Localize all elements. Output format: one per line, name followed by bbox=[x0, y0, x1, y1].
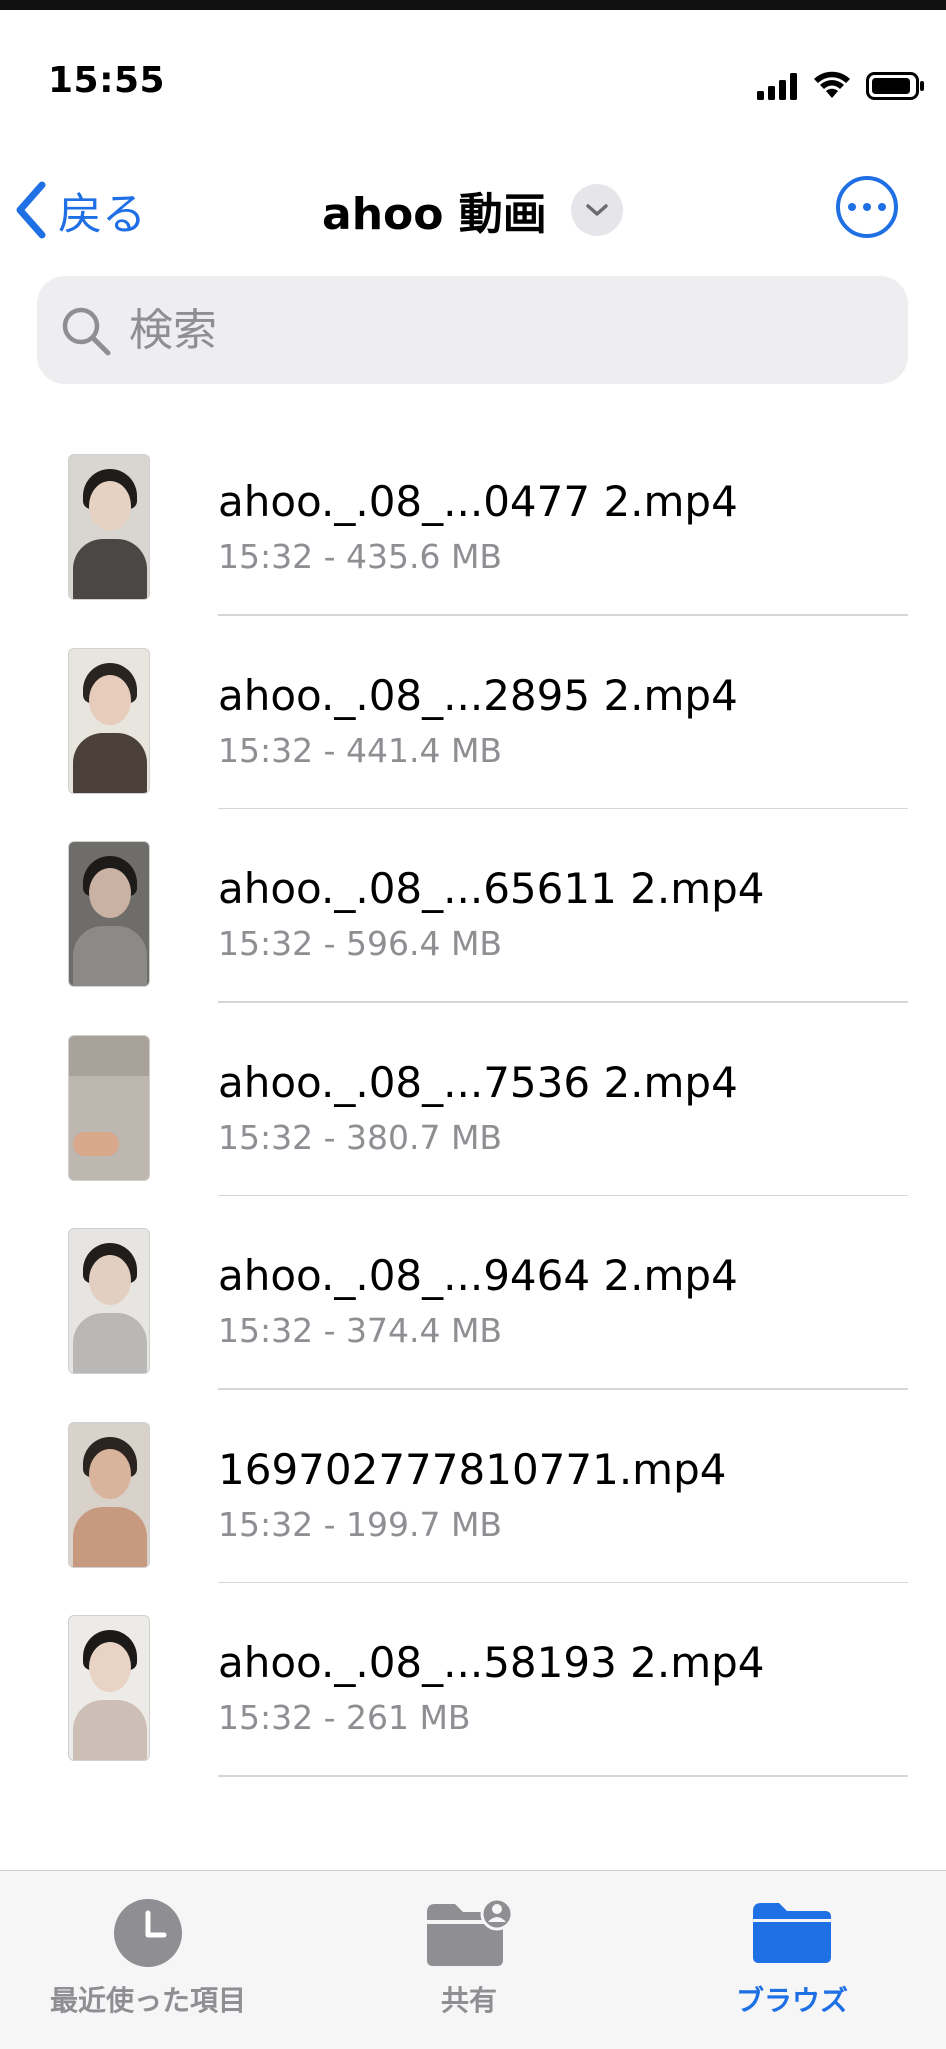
file-meta: 15:32 - 441.4 MB bbox=[218, 730, 503, 770]
status-bar: 15:55 bbox=[0, 10, 946, 140]
file-meta: 15:32 - 596.4 MB bbox=[218, 924, 503, 963]
video-thumbnail bbox=[68, 454, 150, 600]
tab-label: ブラウズ bbox=[735, 1984, 848, 2017]
file-row[interactable]: ahoo._.08_...58193 2.mp4 15:32 - 261 MB bbox=[0, 1583, 946, 1777]
chevron-down-icon[interactable] bbox=[570, 184, 623, 236]
file-row[interactable]: ahoo._.08_...2895 2.mp4 15:32 - 441.4 MB bbox=[0, 616, 946, 809]
folder-title-menu[interactable]: ahoo 動画 bbox=[322, 178, 623, 242]
file-name: ahoo._.08_...7536 2.mp4 bbox=[218, 1057, 738, 1107]
file-meta: 15:32 - 380.7 MB bbox=[218, 1117, 503, 1157]
video-thumbnail bbox=[68, 841, 150, 987]
back-label: 戻る bbox=[58, 189, 146, 240]
file-row[interactable]: ahoo._.08_...65611 2.mp4 15:32 - 596.4 M… bbox=[0, 809, 946, 1003]
status-time: 15:55 bbox=[48, 60, 166, 101]
tab-recents[interactable]: 最近使った項目 bbox=[18, 1871, 278, 2049]
file-meta: 15:32 - 435.6 MB bbox=[218, 537, 503, 576]
top-edge bbox=[0, 0, 946, 10]
tab-browse[interactable]: ブラウズ bbox=[662, 1871, 922, 2049]
tab-shared[interactable]: 共有 bbox=[339, 1871, 599, 2049]
wifi-icon bbox=[814, 71, 850, 98]
file-name: ahoo._.08_...0477 2.mp4 bbox=[218, 477, 738, 526]
search-input[interactable] bbox=[127, 296, 891, 364]
chevron-left-icon bbox=[16, 181, 46, 239]
battery-icon bbox=[866, 72, 924, 100]
more-dot bbox=[878, 203, 886, 211]
search-icon bbox=[62, 307, 111, 356]
file-row[interactable]: ahoo._.08_...0477 2.mp4 15:32 - 435.6 MB bbox=[0, 422, 946, 616]
tab-bar: 最近使った項目 共有 ブラウズ bbox=[0, 1870, 946, 2049]
file-name: ahoo._.08_...9464 2.mp4 bbox=[218, 1251, 738, 1300]
video-thumbnail bbox=[68, 1615, 150, 1761]
navigation-bar: 戻る ahoo 動画 bbox=[0, 160, 946, 250]
file-name: 169702777810771.mp4 bbox=[218, 1444, 727, 1494]
tab-label: 最近使った項目 bbox=[49, 1984, 246, 2017]
file-row[interactable]: 169702777810771.mp4 15:32 - 199.7 MB bbox=[0, 1390, 946, 1583]
cellular-signal-icon bbox=[757, 73, 797, 100]
file-name: ahoo._.08_...58193 2.mp4 bbox=[218, 1638, 765, 1687]
more-dot bbox=[863, 203, 871, 211]
file-row[interactable]: ahoo._.08_...9464 2.mp4 15:32 - 374.4 MB bbox=[0, 1196, 946, 1390]
video-thumbnail bbox=[68, 1228, 150, 1374]
file-row[interactable]: ahoo._.08_...7536 2.mp4 15:32 - 380.7 MB bbox=[0, 1003, 946, 1196]
back-button[interactable]: 戻る bbox=[14, 178, 146, 242]
video-thumbnail bbox=[68, 1421, 150, 1568]
divider bbox=[218, 1775, 908, 1777]
folder-icon bbox=[753, 1903, 831, 1963]
file-meta: 15:32 - 199.7 MB bbox=[218, 1504, 503, 1544]
file-list: ahoo._.08_...0477 2.mp4 15:32 - 435.6 MB… bbox=[0, 422, 946, 1777]
tab-label: 共有 bbox=[440, 1984, 497, 2017]
file-name: ahoo._.08_...65611 2.mp4 bbox=[218, 864, 765, 913]
shared-folder-icon bbox=[427, 1898, 514, 1966]
file-meta: 15:32 - 374.4 MB bbox=[218, 1311, 503, 1350]
more-options-icon[interactable] bbox=[836, 176, 898, 238]
video-thumbnail bbox=[68, 647, 150, 794]
search-bar[interactable] bbox=[37, 276, 908, 384]
more-dot bbox=[848, 203, 856, 211]
file-meta: 15:32 - 261 MB bbox=[218, 1698, 471, 1737]
page-title: ahoo 動画 bbox=[322, 189, 547, 240]
file-name: ahoo._.08_...2895 2.mp4 bbox=[218, 670, 738, 720]
video-thumbnail bbox=[68, 1034, 150, 1181]
clock-icon bbox=[114, 1899, 182, 1967]
